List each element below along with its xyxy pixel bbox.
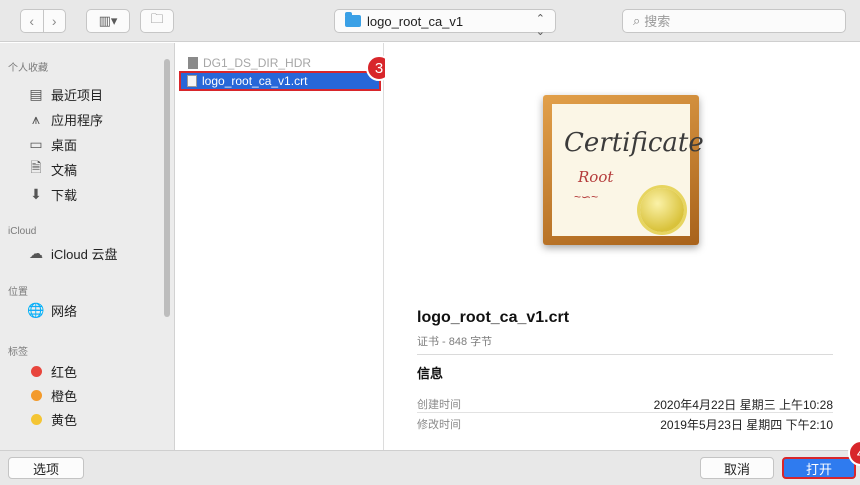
downloads-icon: ⬇: [30, 185, 42, 202]
search-icon: ⌕: [633, 13, 641, 28]
sidebar-item-label: 文稿: [51, 162, 78, 178]
applications-icon: ⩚: [32, 110, 40, 127]
preview-kind-size: 证书 - 848 字节: [417, 336, 493, 348]
recents-icon: ▤: [29, 85, 43, 102]
created-value: 2020年4月22日 星期三 上午10:28: [653, 398, 833, 412]
sidebar-item-label: 红色: [51, 364, 78, 380]
certificate-file-icon: [187, 75, 197, 87]
sidebar-item-tag-orange[interactable]: 橙色: [28, 384, 77, 406]
yellow-tag-dot-icon: [31, 413, 42, 425]
network-icon: 🌐: [27, 301, 45, 318]
cancel-button[interactable]: 取消: [700, 457, 774, 479]
file-row-disabled: DG1_DS_DIR_HDR: [182, 55, 380, 71]
sidebar-item-label: 网络: [51, 303, 78, 319]
file-name: DG1_DS_DIR_HDR: [203, 56, 312, 70]
column-view-icon[interactable]: ▥▾: [86, 9, 130, 33]
path-popup[interactable]: logo_root_ca_v1 ⌃ ⌄: [334, 9, 556, 38]
open-button[interactable]: 打开: [782, 457, 856, 479]
file-icon: [188, 57, 198, 69]
new-folder-icon[interactable]: 🗀: [140, 9, 174, 33]
seal-icon: [640, 188, 684, 232]
sidebar-item-desktop[interactable]: ▭ 桌面: [28, 133, 77, 155]
red-tag-dot-icon: [31, 365, 42, 377]
sidebar-item-documents[interactable]: 🗎 文稿: [28, 158, 77, 180]
sidebar-item-label: iCloud 云盘: [51, 246, 118, 262]
chevron-right-icon[interactable]: ›: [42, 10, 66, 32]
sidebar-item-recents[interactable]: ▤ 最近项目: [28, 83, 103, 105]
sidebar-header-locations: 位置: [8, 287, 28, 298]
preview-pane: Certificate Root ~∽~ logo_root_ca_v1.crt…: [385, 43, 860, 450]
sidebar-item-label: 橙色: [51, 388, 78, 404]
sidebar-item-label: 应用程序: [51, 112, 104, 128]
certificate-subtitle: Root: [578, 168, 614, 186]
info-header: 信息: [417, 366, 444, 381]
file-column: DG1_DS_DIR_HDR logo_root_ca_v1.crt: [176, 43, 384, 450]
sidebar-item-downloads[interactable]: ⬇ 下载: [28, 183, 77, 205]
sidebar-item-label: 最近项目: [51, 87, 104, 103]
search-field[interactable]: ⌕: [622, 9, 846, 33]
divider: [417, 354, 833, 355]
sidebar-item-label: 桌面: [51, 137, 78, 153]
modified-row: 修改时间 2019年5月23日 星期四 下午2:10: [417, 416, 833, 432]
sidebar-header-icloud: iCloud: [8, 226, 37, 237]
nav-buttons: ‹ ›: [20, 9, 66, 33]
created-label: 创建时间: [417, 399, 461, 411]
options-button[interactable]: 选项: [8, 457, 84, 479]
file-row-selected[interactable]: logo_root_ca_v1.crt: [179, 71, 381, 91]
sidebar-scrollbar[interactable]: [164, 59, 170, 317]
sidebar-item-applications[interactable]: ⩚ 应用程序: [28, 108, 103, 130]
current-folder-label: logo_root_ca_v1: [367, 13, 464, 29]
file-name: logo_root_ca_v1.crt: [202, 74, 308, 88]
updown-arrows-icon: ⌃ ⌄: [535, 13, 545, 38]
sidebar-item-tag-yellow[interactable]: 黄色: [28, 408, 77, 430]
orange-tag-dot-icon: [31, 389, 42, 401]
created-row: 创建时间 2020年4月22日 星期三 上午10:28: [417, 396, 833, 412]
sidebar-item-icloud-drive[interactable]: ☁ iCloud 云盘: [28, 242, 117, 264]
search-input[interactable]: [644, 13, 825, 29]
sidebar-item-tag-red[interactable]: 红色: [28, 360, 77, 382]
bottom-bar: 选项 取消 打开: [0, 450, 860, 485]
sidebar-item-network[interactable]: 🌐 网络: [27, 299, 78, 321]
documents-icon: 🗎: [30, 159, 42, 175]
sidebar-item-label: 下载: [51, 187, 78, 203]
sidebar-header-favorites: 个人收藏: [8, 63, 48, 74]
sidebar: 个人收藏 ▤ 最近项目 ⩚ 应用程序 ▭ 桌面 🗎 文稿 ⬇ 下载 iCloud…: [0, 43, 175, 450]
flourish-icon: ~∽~: [574, 190, 599, 204]
preview-file-name: logo_root_ca_v1.crt: [417, 309, 570, 326]
sidebar-header-tags: 标签: [8, 347, 28, 358]
modified-value: 2019年5月23日 星期四 下午2:10: [660, 418, 833, 432]
chevron-left-icon[interactable]: ‹: [21, 10, 43, 32]
desktop-icon: ▭: [29, 135, 43, 152]
toolbar: ‹ › ▥▾ 🗀 logo_root_ca_v1 ⌃ ⌄ ⌕: [0, 0, 860, 42]
certificate-title: Certificate: [564, 128, 704, 158]
folder-icon: [345, 12, 361, 27]
cloud-icon: ☁: [29, 244, 43, 261]
sidebar-item-label: 黄色: [51, 412, 78, 428]
modified-label: 修改时间: [417, 419, 461, 431]
certificate-icon: Certificate Root ~∽~: [543, 95, 704, 245]
divider: [417, 412, 833, 413]
